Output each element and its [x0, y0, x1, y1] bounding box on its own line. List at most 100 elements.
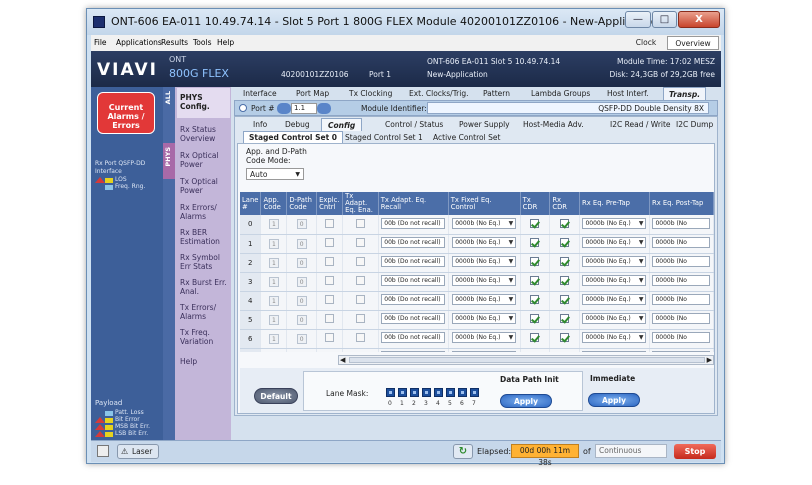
- overview-button[interactable]: Overview: [667, 36, 719, 50]
- tab-transp[interactable]: Transp.: [663, 87, 707, 100]
- lane-mask-checkbox[interactable]: [446, 388, 455, 397]
- tx-cdr-checkbox[interactable]: [530, 314, 540, 323]
- restart-icon[interactable]: ↻: [453, 444, 473, 459]
- rx-post-tap-select[interactable]: 0000b (No: [652, 294, 711, 305]
- rx-pre-tap-select[interactable]: 0000b (No Eq.)▼: [582, 313, 647, 324]
- subnav-rx-ber-estimation[interactable]: Rx BER Estimation: [180, 228, 230, 246]
- rx-pre-tap-select[interactable]: 0000b (No Eq.)▼: [582, 351, 647, 352]
- rx-pre-tap-select[interactable]: 0000b (No Eq.)▼: [582, 217, 647, 229]
- rx-cdr-checkbox[interactable]: [560, 257, 570, 266]
- tab-debug[interactable]: Debug: [285, 120, 310, 129]
- tab-pattern[interactable]: Pattern: [483, 89, 510, 98]
- scroll-right-icon[interactable]: ▶: [707, 356, 712, 364]
- menu-applications[interactable]: Applications: [116, 38, 162, 47]
- tx-adapt-recall-select[interactable]: 00b (Do not recall): [381, 237, 446, 248]
- tx-adapt-eq-enable-checkbox[interactable]: [355, 314, 365, 323]
- tab-i2c-read-write[interactable]: I2C Read / Write: [610, 120, 671, 129]
- tx-fixed-eq-select[interactable]: 0000b (No Eq.) ▼: [452, 237, 517, 248]
- menu-results[interactable]: Results: [161, 38, 188, 47]
- app-code-field[interactable]: 1: [268, 276, 279, 287]
- app-code-field[interactable]: 1: [268, 314, 279, 325]
- tab-lambda-groups[interactable]: Lambda Groups: [531, 89, 590, 98]
- rx-post-tap-select[interactable]: 0000b (No: [652, 237, 711, 248]
- port-next-icon[interactable]: [317, 103, 331, 114]
- subnav-help[interactable]: Help: [180, 357, 230, 366]
- tx-adapt-eq-enable-checkbox[interactable]: [355, 238, 365, 247]
- apply-data-path-init-button[interactable]: Apply: [500, 394, 552, 408]
- subnav-rx-status-overview[interactable]: Rx Status Overview: [180, 125, 230, 143]
- explicit-control-checkbox[interactable]: [325, 238, 335, 247]
- app-code-field[interactable]: 1: [268, 219, 279, 230]
- tx-adapt-recall-select[interactable]: 00b (Do not recall): [381, 351, 446, 352]
- tab-power-supply[interactable]: Power Supply: [459, 120, 510, 129]
- copy-icon[interactable]: [97, 445, 109, 457]
- port-select[interactable]: 1.1: [291, 103, 317, 114]
- tab-i2c-dump[interactable]: I2C Dump: [676, 120, 713, 129]
- tx-adapt-recall-select[interactable]: 00b (Do not recall): [381, 275, 446, 286]
- app-code-field[interactable]: 1: [268, 238, 279, 249]
- dpath-code-field[interactable]: 0: [296, 238, 307, 249]
- tx-cdr-checkbox[interactable]: [530, 257, 540, 266]
- minimize-button[interactable]: —: [625, 11, 651, 28]
- rx-post-tap-select[interactable]: 0000b (No: [652, 256, 711, 267]
- tx-fixed-eq-select[interactable]: 0000b (No Eq.) ▼: [452, 313, 517, 324]
- lane-mask-checkbox[interactable]: [410, 388, 419, 397]
- tx-fixed-eq-select[interactable]: 0000b (No Eq.) ▼: [452, 217, 517, 229]
- rx-cdr-checkbox[interactable]: [560, 295, 570, 304]
- lane-mask-checkbox[interactable]: [422, 388, 431, 397]
- dpath-code-field[interactable]: 0: [296, 295, 307, 306]
- menu-file[interactable]: File: [94, 38, 107, 47]
- tx-cdr-checkbox[interactable]: [530, 333, 540, 342]
- lane-mask-checkbox[interactable]: [398, 388, 407, 397]
- rx-pre-tap-select[interactable]: 0000b (No Eq.)▼: [582, 256, 647, 267]
- tab-config[interactable]: Config: [321, 118, 363, 131]
- duration-field[interactable]: Continuous: [595, 444, 667, 458]
- subnav-tx-freq-variation[interactable]: Tx Freq. Variation: [180, 328, 230, 346]
- subnav-rx-symbol-err-stats[interactable]: Rx Symbol Err Stats: [180, 253, 230, 271]
- rx-post-tap-select[interactable]: 0000b (No: [652, 275, 711, 286]
- tx-adapt-eq-enable-checkbox[interactable]: [355, 276, 365, 285]
- scroll-left-icon[interactable]: ◀: [340, 356, 345, 364]
- explicit-control-checkbox[interactable]: [325, 314, 335, 323]
- rx-pre-tap-select[interactable]: 0000b (No Eq.)▼: [582, 237, 647, 248]
- subnav-rx-optical-power[interactable]: Rx Optical Power: [180, 151, 230, 169]
- explicit-control-checkbox[interactable]: [325, 257, 335, 266]
- dpath-code-field[interactable]: 0: [296, 257, 307, 268]
- rx-pre-tap-select[interactable]: 0000b (No Eq.)▼: [582, 275, 647, 286]
- explicit-control-checkbox[interactable]: [325, 333, 335, 342]
- clock-button[interactable]: Clock: [631, 36, 661, 50]
- laser-button[interactable]: ⚠ Laser: [117, 444, 159, 459]
- tx-fixed-eq-select[interactable]: 0000b (No Eq.) ▼: [452, 275, 517, 286]
- rx-pre-tap-select[interactable]: 0000b (No Eq.)▼: [582, 294, 647, 305]
- rx-cdr-checkbox[interactable]: [560, 276, 570, 285]
- app-code-field[interactable]: 1: [268, 333, 279, 344]
- tab-control-status[interactable]: Control / Status: [385, 120, 443, 129]
- subnav-rx-errors-alarms[interactable]: Rx Errors/ Alarms: [180, 203, 230, 221]
- subnav-tx-optical-power[interactable]: Tx Optical Power: [180, 177, 230, 195]
- tab-staged-control-set-0[interactable]: Staged Control Set 0: [243, 131, 344, 143]
- explicit-control-checkbox[interactable]: [325, 276, 335, 285]
- code-mode-select[interactable]: Auto ▼: [246, 168, 304, 180]
- rx-cdr-checkbox[interactable]: [560, 333, 570, 342]
- tx-adapt-recall-select[interactable]: 00b (Do not recall): [381, 217, 446, 229]
- subnav-rx-burst-err-anal[interactable]: Rx Burst Err. Anal.: [180, 278, 230, 296]
- tx-adapt-eq-enable-checkbox[interactable]: [355, 218, 365, 228]
- explicit-control-checkbox[interactable]: [325, 295, 335, 304]
- lane-mask-checkbox[interactable]: [458, 388, 467, 397]
- rx-cdr-checkbox[interactable]: [560, 238, 570, 247]
- rx-cdr-checkbox[interactable]: [560, 314, 570, 323]
- tx-adapt-eq-enable-checkbox[interactable]: [355, 333, 365, 342]
- tx-fixed-eq-select[interactable]: 0000b (No Eq.) ▼: [452, 294, 517, 305]
- stop-button[interactable]: Stop: [674, 444, 716, 459]
- port-prev-icon[interactable]: [277, 103, 291, 114]
- app-code-field[interactable]: 1: [268, 295, 279, 306]
- menu-help[interactable]: Help: [217, 38, 234, 47]
- explicit-control-checkbox[interactable]: [325, 218, 335, 228]
- lane-mask-checkbox[interactable]: [386, 388, 395, 397]
- rx-pre-tap-select[interactable]: 0000b (No Eq.)▼: [582, 332, 647, 343]
- tab-ext-clocks[interactable]: Ext. Clocks/Trig.: [409, 89, 469, 98]
- rx-post-tap-select[interactable]: 0000b (No: [652, 217, 711, 229]
- app-code-field[interactable]: 1: [268, 257, 279, 268]
- tab-interface[interactable]: Interface: [243, 89, 277, 98]
- port-radio-icon[interactable]: [239, 104, 247, 112]
